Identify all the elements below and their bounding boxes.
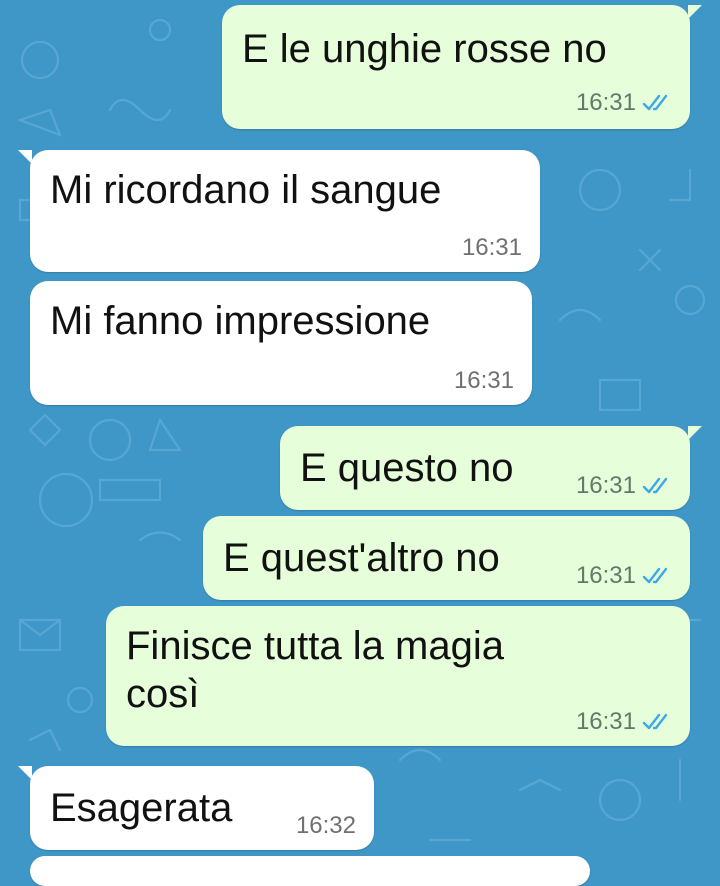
message-meta: 16:32 <box>296 812 356 840</box>
message-bubble-incoming[interactable]: Mi ricordano il sangue 16:31 <box>18 150 540 272</box>
double-check-read-icon <box>642 477 668 494</box>
message-time: 16:31 <box>453 367 514 394</box>
bubble-tail <box>688 426 702 440</box>
message-meta: 16:31 <box>576 472 672 500</box>
message-text: E questo no <box>300 446 514 490</box>
message-meta: 16:31 <box>454 367 514 395</box>
message-text: E le unghie rosse no <box>242 27 607 71</box>
double-check-read-icon <box>642 713 668 730</box>
message-meta: 16:31 <box>462 234 522 262</box>
message-time: 16:31 <box>575 562 636 589</box>
message-text: Finisce tutta la magia così <box>126 624 504 716</box>
message-bubble-incoming[interactable]: Mi fanno impressione 16:31 <box>30 281 532 405</box>
message-text: Mi ricordano il sangue <box>50 168 442 212</box>
message-meta: 16:31 <box>576 708 672 736</box>
message-bubble-incoming[interactable]: Esagerata 16:32 <box>18 766 374 850</box>
message-time: 16:32 <box>295 812 356 839</box>
message-text: Esagerata <box>50 786 233 830</box>
message-bubble-outgoing[interactable]: E questo no 16:31 <box>280 426 702 510</box>
double-check-read-icon <box>642 567 668 584</box>
message-bubble-incoming-partial[interactable] <box>30 856 590 886</box>
message-bubble-outgoing[interactable]: E quest'altro no 16:31 <box>203 516 690 600</box>
message-bubble-outgoing[interactable]: Finisce tutta la magia così 16:31 <box>106 606 690 746</box>
message-text: E quest'altro no <box>223 536 500 580</box>
message-time: 16:31 <box>575 708 636 735</box>
message-meta: 16:31 <box>576 89 672 117</box>
message-meta: 16:31 <box>576 562 672 590</box>
bubble-tail <box>18 766 32 780</box>
bubble-tail <box>688 5 702 19</box>
message-time: 16:31 <box>575 89 636 116</box>
double-check-read-icon <box>642 94 668 111</box>
message-bubble-outgoing[interactable]: E le unghie rosse no 16:31 <box>222 5 702 129</box>
message-text: Mi fanno impressione <box>50 299 431 343</box>
message-time: 16:31 <box>461 234 522 261</box>
message-time: 16:31 <box>575 472 636 499</box>
bubble-tail <box>18 150 32 164</box>
